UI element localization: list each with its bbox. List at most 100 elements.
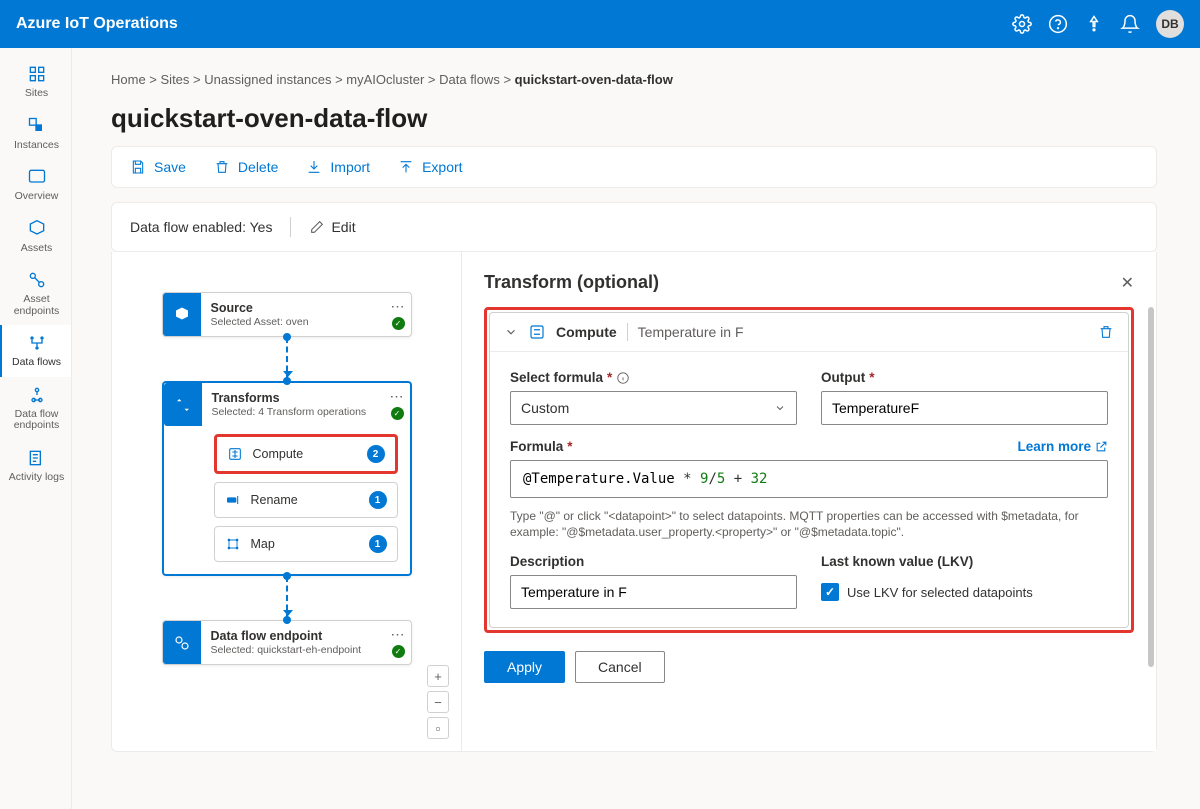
card-subtitle: Temperature in F [638, 324, 744, 340]
product-title: Azure IoT Operations [16, 15, 178, 33]
sidebar-item-label: Instances [14, 140, 59, 152]
chevron-down-icon [774, 402, 786, 414]
zoom-in-button[interactable]: + [427, 665, 449, 687]
fit-button[interactable]: ▫ [427, 717, 449, 739]
sidebar-item-label: Asset endpoints [4, 294, 69, 317]
status-ok-icon [391, 407, 404, 420]
toolbar-label: Save [154, 159, 186, 175]
save-button[interactable]: Save [130, 159, 186, 175]
cube-icon [163, 293, 201, 336]
divider [627, 323, 628, 341]
card-title: Compute [556, 324, 617, 340]
node-title: Transforms [212, 391, 400, 405]
sidebar-item-label: Activity logs [9, 472, 64, 484]
output-label: Output * [821, 370, 1108, 385]
left-nav: Sites Instances Overview Assets Asset en… [0, 48, 72, 809]
delete-button[interactable]: Delete [214, 159, 278, 175]
status-ok-icon [392, 645, 405, 658]
op-map[interactable]: Map 1 [214, 526, 398, 562]
sidebar-item-label: Data flow endpoints [4, 409, 69, 432]
op-compute[interactable]: Compute 2 [214, 434, 398, 474]
formula-label: Formula * [510, 439, 573, 454]
toolbar-label: Import [330, 159, 370, 175]
edit-label: Edit [331, 219, 355, 235]
page-title: quickstart-oven-data-flow [111, 103, 1157, 134]
toolbar-label: Delete [238, 159, 278, 175]
more-icon[interactable]: ⋯ [391, 299, 405, 313]
formula-select[interactable]: Custom [510, 391, 797, 425]
zoom-out-button[interactable]: − [427, 691, 449, 713]
op-label: Compute [253, 447, 304, 461]
select-value: Custom [521, 400, 569, 416]
op-count: 1 [369, 491, 387, 509]
lkv-checkbox[interactable] [821, 583, 839, 601]
cancel-button[interactable]: Cancel [575, 651, 665, 683]
toolbar-label: Export [422, 159, 462, 175]
source-node[interactable]: Source Selected Asset: oven ⋯ [162, 292, 412, 337]
info-icon[interactable] [616, 371, 630, 385]
compute-icon [528, 323, 546, 341]
select-formula-label: Select formula * [510, 370, 797, 385]
breadcrumb-link[interactable]: Home [111, 72, 146, 87]
learn-more-link[interactable]: Learn more [1017, 439, 1108, 454]
sidebar-item-instances[interactable]: Instances [0, 108, 71, 160]
sidebar-item-label: Assets [21, 243, 53, 255]
chevron-down-icon[interactable] [504, 325, 518, 339]
export-button[interactable]: Export [398, 159, 462, 175]
breadcrumb-link[interactable]: Sites [161, 72, 190, 87]
sidebar-item-sites[interactable]: Sites [0, 56, 71, 108]
formula-hint: Type "@" or click "<datapoint>" to selec… [510, 508, 1108, 540]
lkv-label: Last known value (LKV) [821, 554, 1108, 569]
bell-icon[interactable] [1120, 14, 1140, 34]
breadcrumb: Home > Sites > Unassigned instances > my… [111, 64, 1157, 103]
status-ok-icon [392, 317, 405, 330]
node-title: Data flow endpoint [211, 629, 401, 643]
more-icon[interactable]: ⋯ [390, 389, 404, 403]
trash-icon[interactable] [1098, 324, 1114, 340]
breadcrumb-current: quickstart-oven-data-flow [515, 72, 673, 87]
avatar[interactable]: DB [1156, 10, 1184, 38]
scrollbar[interactable] [1148, 307, 1154, 667]
transform-panel: Transform (optional) ✕ Compute Temperatu… [462, 252, 1156, 751]
import-button[interactable]: Import [306, 159, 370, 175]
help-icon[interactable] [1048, 14, 1068, 34]
status-label: Data flow enabled: Yes [130, 219, 272, 235]
output-input[interactable] [821, 391, 1108, 425]
sidebar-item-activity-logs[interactable]: Activity logs [0, 440, 71, 492]
formula-input[interactable]: @Temperature.Value * 9/5 + 32 [510, 460, 1108, 498]
close-icon[interactable]: ✕ [1121, 273, 1134, 293]
divider [290, 217, 291, 237]
lkv-checkbox-label: Use LKV for selected datapoints [847, 585, 1033, 600]
gear-icon[interactable] [1012, 14, 1032, 34]
sidebar-item-asset-endpoints[interactable]: Asset endpoints [0, 262, 71, 325]
op-count: 1 [369, 535, 387, 553]
node-subtitle: Selected: 4 Transform operations [212, 406, 400, 418]
breadcrumb-link[interactable]: myAIOcluster [346, 72, 424, 87]
description-label: Description [510, 554, 797, 569]
op-label: Rename [251, 493, 298, 507]
endpoint-icon [163, 621, 201, 664]
edit-button[interactable]: Edit [309, 219, 355, 235]
sidebar-item-overview[interactable]: Overview [0, 159, 71, 211]
feedback-icon[interactable] [1084, 14, 1104, 34]
panel-title: Transform (optional) [484, 272, 659, 293]
more-icon[interactable]: ⋯ [391, 627, 405, 641]
op-rename[interactable]: Rename 1 [214, 482, 398, 518]
breadcrumb-link[interactable]: Data flows [439, 72, 500, 87]
transform-icon [164, 383, 202, 426]
sidebar-item-data-flow-endpoints[interactable]: Data flow endpoints [0, 377, 71, 440]
flow-canvas[interactable]: Source Selected Asset: oven ⋯ Trans [112, 252, 462, 751]
toolbar: Save Delete Import Export [111, 146, 1157, 188]
transforms-node[interactable]: Transforms Selected: 4 Transform operati… [162, 381, 412, 576]
op-label: Map [251, 537, 275, 551]
apply-button[interactable]: Apply [484, 651, 565, 683]
op-count: 2 [367, 445, 385, 463]
sidebar-item-label: Data flows [12, 357, 61, 369]
breadcrumb-link[interactable]: Unassigned instances [204, 72, 331, 87]
sidebar-item-assets[interactable]: Assets [0, 211, 71, 263]
node-subtitle: Selected: quickstart-eh-endpoint [211, 644, 401, 656]
endpoint-node[interactable]: Data flow endpoint Selected: quickstart-… [162, 620, 412, 665]
sidebar-item-data-flows[interactable]: Data flows [0, 325, 71, 377]
description-input[interactable] [510, 575, 797, 609]
sidebar-item-label: Sites [25, 88, 48, 100]
